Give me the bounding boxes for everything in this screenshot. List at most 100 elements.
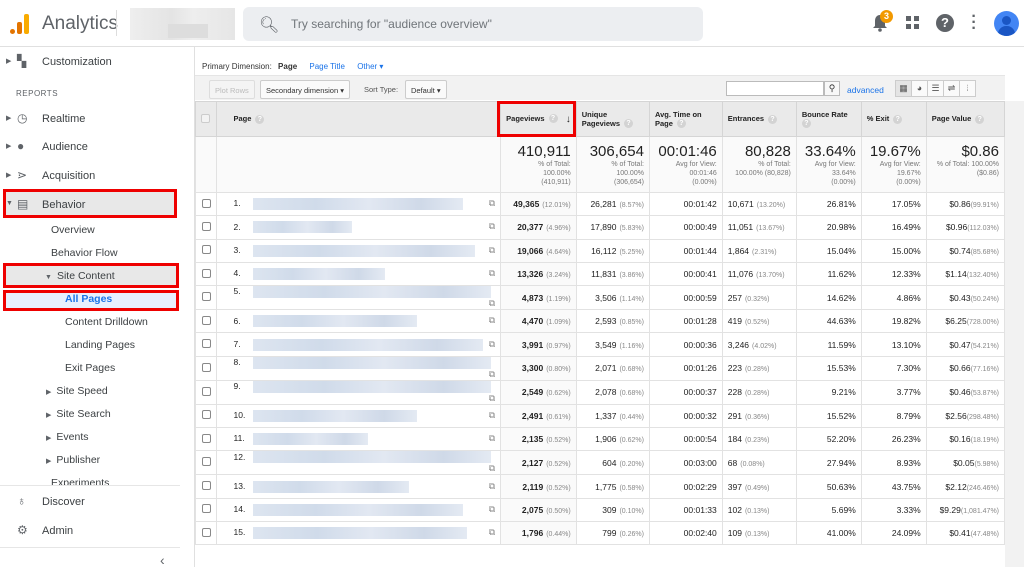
pivot-view-icon[interactable]: ⦙ bbox=[959, 80, 976, 97]
search-icon[interactable]: ⚲ bbox=[824, 81, 840, 96]
sidebar-item-admin[interactable]: ⚙ Admin bbox=[0, 518, 190, 544]
table-row[interactable]: 5. ⧉ 4,873 (1.19%) 3,506 (1.14%) 00:00:59 257 (0… bbox=[194, 285, 1006, 311]
redacted-page-path[interactable] bbox=[253, 198, 463, 211]
help-icon[interactable]: ? bbox=[936, 14, 954, 32]
table-row[interactable]: 14. ⧉ 2,075 (0.50%) 309 (0.10%) 00:01:33 102 (0.… bbox=[194, 497, 1006, 522]
table-row[interactable]: 1. ⧉ 49,365 (12.01%) 26,281 (8.57%) 00:01:42 10… bbox=[194, 191, 1006, 217]
sidebar-item-exit-pages[interactable]: Exit Pages bbox=[65, 362, 115, 374]
page-cell[interactable]: 2. ⧉ bbox=[216, 215, 502, 240]
open-external-icon[interactable]: ⧉ bbox=[489, 393, 495, 404]
help-icon[interactable]: ? bbox=[255, 114, 265, 124]
table-row[interactable]: 3. ⧉ 19,066 (4.64%) 16,112 (5.25%) 00:01:44 1,8… bbox=[194, 238, 1006, 263]
row-checkbox[interactable] bbox=[201, 504, 211, 514]
redacted-page-path[interactable] bbox=[253, 221, 352, 234]
open-external-icon[interactable]: ⧉ bbox=[489, 463, 495, 474]
column-header-avg-time-on-page[interactable]: Avg. Time on Page? bbox=[648, 101, 723, 137]
column-header-entrances[interactable]: Entrances? bbox=[721, 101, 797, 137]
row-checkbox[interactable] bbox=[201, 292, 211, 302]
column-header-bounce-rate[interactable]: Bounce Rate? bbox=[795, 101, 862, 137]
row-checkbox[interactable] bbox=[201, 362, 211, 372]
open-external-icon[interactable]: ⧉ bbox=[489, 298, 495, 309]
dimension-other-dropdown[interactable]: Other ▾ bbox=[357, 62, 383, 71]
page-cell[interactable]: 9. ⧉ bbox=[216, 379, 502, 405]
help-icon[interactable]: ? bbox=[624, 119, 634, 129]
redacted-page-path[interactable] bbox=[253, 268, 385, 281]
sidebar-item-customization[interactable]: ▶ ▚ Customization bbox=[0, 49, 190, 75]
redacted-page-path[interactable] bbox=[253, 338, 484, 351]
page-cell[interactable]: 7. ⧉ bbox=[216, 332, 502, 357]
row-checkbox[interactable] bbox=[201, 268, 211, 278]
redacted-page-path[interactable] bbox=[253, 356, 492, 369]
table-row[interactable]: 15. ⧉ 1,796 (0.44%) 799 (0.26%) 00:02:40 109 (0.… bbox=[194, 520, 1006, 546]
search-input[interactable]: Try searching for "audience overview" bbox=[291, 17, 492, 31]
column-header-page[interactable]: Page? bbox=[216, 101, 502, 137]
open-external-icon[interactable]: ⧉ bbox=[489, 527, 495, 538]
sidebar-item-acquisition[interactable]: ▶ ⋗ Acquisition bbox=[0, 163, 190, 189]
vertical-scrollbar[interactable] bbox=[1005, 101, 1024, 567]
table-row[interactable]: 13. ⧉ 2,119 (0.52%) 1,775 (0.58%) 00:02:29 397(… bbox=[194, 474, 1006, 499]
global-search[interactable]: 🔍︎ Try searching for "audience overview" bbox=[243, 7, 703, 41]
sidebar-item-audience[interactable]: ▶ ● Audience bbox=[0, 134, 190, 160]
redacted-page-path[interactable] bbox=[253, 380, 492, 393]
table-row[interactable]: 8. ⧉ 3,300 (0.80%) 2,071 (0.68%) 00:01:26 223 (0… bbox=[194, 355, 1006, 381]
page-cell[interactable]: 6. ⧉ bbox=[216, 309, 502, 334]
help-icon[interactable]: ? bbox=[893, 114, 903, 124]
open-external-icon[interactable]: ⧉ bbox=[489, 369, 495, 380]
page-cell[interactable]: 11. ⧉ bbox=[216, 427, 502, 452]
row-checkbox[interactable] bbox=[201, 386, 211, 396]
page-cell[interactable]: 14. ⧉ bbox=[216, 497, 502, 522]
sidebar-item-content-drilldown[interactable]: Content Drilldown bbox=[65, 316, 148, 328]
open-external-icon[interactable]: ⧉ bbox=[489, 481, 495, 492]
column-header-unique-pageviews[interactable]: Unique Pageviews? bbox=[575, 101, 650, 137]
sidebar-item-overview[interactable]: Overview bbox=[51, 224, 95, 236]
help-icon[interactable]: ? bbox=[975, 114, 985, 124]
redacted-page-path[interactable] bbox=[253, 286, 492, 299]
row-checkbox[interactable] bbox=[201, 221, 211, 231]
column-header-page-value[interactable]: Page Value? bbox=[925, 101, 1006, 137]
dimension-page[interactable]: Page bbox=[278, 62, 297, 71]
sidebar-item-realtime[interactable]: ▶ ◷ Realtime bbox=[0, 106, 190, 132]
redacted-page-path[interactable] bbox=[253, 315, 418, 328]
more-vert-icon[interactable]: · · · bbox=[971, 9, 977, 37]
row-checkbox[interactable] bbox=[201, 315, 211, 325]
page-cell[interactable]: 13. ⧉ bbox=[216, 474, 502, 499]
table-row[interactable]: 12. ⧉ 2,127 (0.52%) 604 (0.20%) 00:03:00 68 (0.0… bbox=[194, 450, 1006, 476]
sidebar-item-site-search[interactable]: ▶ Site Search bbox=[46, 408, 111, 420]
row-checkbox[interactable] bbox=[201, 433, 211, 443]
page-cell[interactable]: 3. ⧉ bbox=[216, 238, 502, 263]
advanced-filter-link[interactable]: advanced bbox=[847, 85, 884, 95]
row-checkbox[interactable] bbox=[201, 410, 211, 420]
redacted-page-path[interactable] bbox=[253, 527, 467, 540]
redacted-page-path[interactable] bbox=[253, 480, 410, 493]
sidebar-item-discover[interactable]: ♁ Discover bbox=[0, 489, 190, 515]
redacted-page-path[interactable] bbox=[253, 503, 463, 516]
sidebar-item-behavior[interactable]: ▼ ▤ Behavior bbox=[0, 192, 190, 218]
page-cell[interactable]: 8. ⧉ bbox=[216, 355, 502, 381]
pie-view-icon[interactable]: ◕ bbox=[911, 80, 928, 97]
open-external-icon[interactable]: ⧉ bbox=[489, 410, 495, 421]
help-icon[interactable]: ? bbox=[801, 119, 811, 129]
open-external-icon[interactable]: ⧉ bbox=[489, 245, 495, 256]
select-all-checkbox[interactable] bbox=[201, 113, 210, 123]
open-external-icon[interactable]: ⧉ bbox=[489, 339, 495, 350]
table-row[interactable]: 2. ⧉ 20,377 (4.96%) 17,890 (5.83%) 00:00:49 11,… bbox=[194, 215, 1006, 240]
page-cell[interactable]: 10. ⧉ bbox=[216, 403, 502, 429]
comparison-view-icon[interactable]: ⇌ bbox=[943, 80, 960, 97]
row-checkbox[interactable] bbox=[201, 527, 211, 537]
sidebar-item-behavior-flow[interactable]: Behavior Flow bbox=[51, 247, 118, 259]
open-external-icon[interactable]: ⧉ bbox=[489, 433, 495, 444]
help-icon[interactable]: ? bbox=[676, 119, 686, 129]
help-icon[interactable]: ? bbox=[768, 114, 778, 124]
sidebar-item-events[interactable]: ▶ Events bbox=[46, 431, 89, 443]
page-cell[interactable]: 12. ⧉ bbox=[216, 450, 502, 476]
table-filter-input[interactable] bbox=[726, 81, 824, 96]
table-row[interactable]: 4. ⧉ 13,326 (3.24%) 11,831 (3.86%) 00:00:41 11,… bbox=[194, 261, 1006, 287]
sort-type-dropdown[interactable]: Default ▾ bbox=[405, 80, 447, 99]
row-checkbox[interactable] bbox=[201, 339, 211, 349]
redacted-page-path[interactable] bbox=[253, 433, 369, 446]
secondary-dimension-dropdown[interactable]: Secondary dimension ▾ bbox=[260, 80, 350, 99]
row-checkbox[interactable] bbox=[201, 245, 211, 255]
analytics-logo-icon[interactable] bbox=[9, 12, 31, 34]
page-cell[interactable]: 15. ⧉ bbox=[216, 520, 502, 546]
open-external-icon[interactable]: ⧉ bbox=[489, 315, 495, 326]
